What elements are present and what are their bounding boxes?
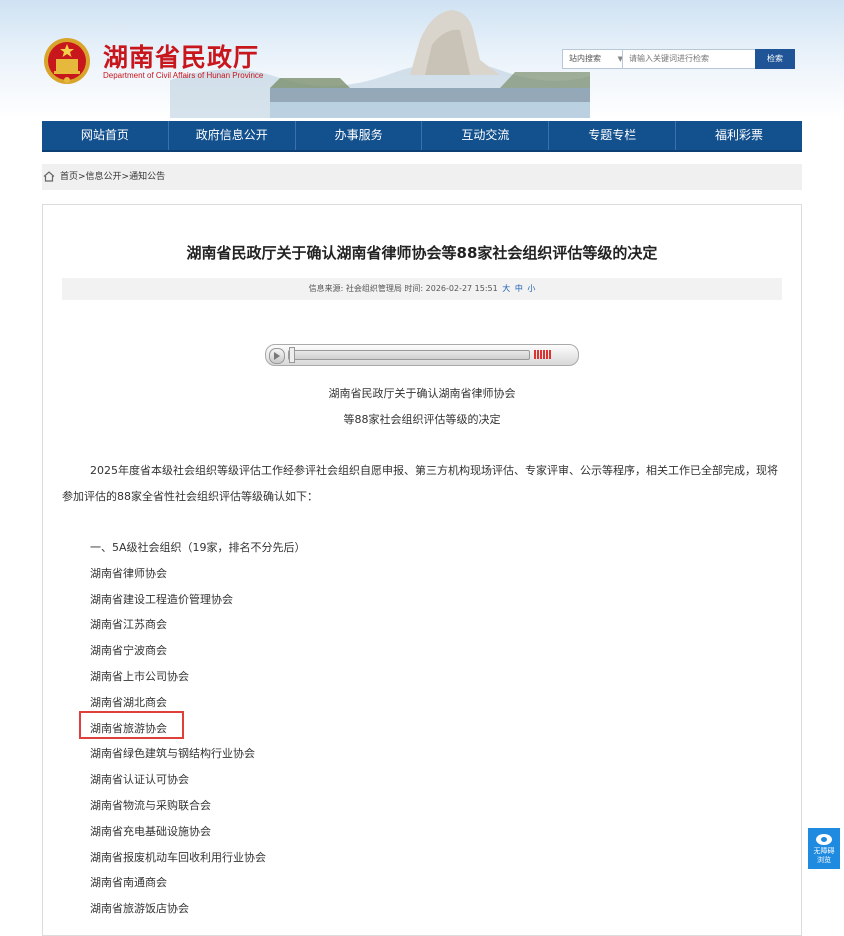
list-item: 湖南省报废机动车回收利用行业协会 [90, 850, 266, 864]
font-size-large-link[interactable]: 大 [502, 284, 510, 293]
article-panel: 湖南省民政厅关于确认湖南省律师协会等88家社会组织评估等级的决定 信息来源: 社… [42, 204, 802, 936]
audio-progress-handle[interactable] [289, 347, 295, 363]
nav-lottery[interactable]: 福利彩票 [676, 121, 802, 150]
eye-icon [816, 834, 832, 845]
search-scope-label: 站内搜索 [569, 54, 601, 63]
home-icon [43, 171, 55, 182]
volume-icon[interactable] [534, 350, 554, 359]
nav-interaction[interactable]: 互动交流 [422, 121, 550, 150]
audio-player [265, 344, 579, 366]
audio-progress-track[interactable] [288, 350, 530, 360]
accessibility-label: 无障碍 浏览 [813, 847, 835, 864]
list-item: 湖南省宁波商会 [90, 644, 167, 658]
list-item: 湖南省上市公司协会 [90, 669, 189, 683]
list-item: 湖南省绿色建筑与钢结构行业协会 [90, 747, 255, 761]
main-nav: 网站首页 政府信息公开 办事服务 互动交流 专题专栏 福利彩票 [42, 121, 802, 152]
nav-home[interactable]: 网站首页 [42, 121, 169, 150]
section-heading: 一、5A级社会组织（19家，排名不分先后） [90, 541, 306, 554]
play-icon [274, 352, 280, 360]
breadcrumb: 首页>信息公开>通知公告 [42, 164, 802, 190]
list-item: 湖南省认证认可协会 [90, 773, 189, 787]
font-size-small-link[interactable]: 小 [527, 284, 535, 293]
article-title: 湖南省民政厅关于确认湖南省律师协会等88家社会组织评估等级的决定 [186, 244, 658, 262]
play-button[interactable] [269, 348, 285, 364]
search-bar: 站内搜索 ▼ 请输入关键词进行检索 检索 [562, 49, 795, 69]
accessibility-button[interactable]: 无障碍 浏览 [808, 828, 840, 869]
list-item: 湖南省南通商会 [90, 876, 167, 890]
list-item: 湖南省物流与采购联合会 [90, 798, 211, 812]
list-item: 湖南省建设工程造价管理协会 [90, 592, 233, 606]
list-item: 湖南省充电基础设施协会 [90, 824, 211, 838]
site-header: 湖南省民政厅 Department of Civil Affairs of Hu… [0, 0, 844, 120]
search-scope-select[interactable]: 站内搜索 ▼ [562, 49, 628, 69]
article-subtitle-line2: 等88家社会组织评估等级的决定 [343, 413, 501, 426]
site-subtitle: Department of Civil Affairs of Hunan Pro… [103, 71, 264, 80]
nav-topics[interactable]: 专题专栏 [549, 121, 677, 150]
font-size-medium-link[interactable]: 中 [515, 284, 523, 293]
nav-services[interactable]: 办事服务 [296, 121, 423, 150]
search-button[interactable]: 检索 [755, 49, 795, 69]
article-meta: 信息来源: 社会组织管理局 时间: 2026-02-27 15:51 大 中 小 [62, 278, 782, 300]
article-meta-text: 信息来源: 社会组织管理局 时间: 2026-02-27 15:51 [308, 284, 498, 293]
breadcrumb-text[interactable]: 首页>信息公开>通知公告 [60, 164, 165, 190]
site-title: 湖南省民政厅 [103, 43, 260, 72]
national-emblem-icon [44, 38, 90, 84]
list-item: 湖南省江苏商会 [90, 618, 167, 632]
article-subtitle-line1: 湖南省民政厅关于确认湖南省律师协会 [328, 387, 516, 400]
search-input[interactable]: 请输入关键词进行检索 [622, 49, 760, 69]
list-item: 湖南省旅游饭店协会 [90, 902, 189, 916]
nav-gov-info[interactable]: 政府信息公开 [169, 121, 296, 150]
highlight-box [79, 711, 184, 739]
article-paragraph: 2025年度省本级社会组织等级评估工作经参评社会组织自愿申报、第三方机构现场评估… [62, 464, 778, 503]
list-item: 湖南省律师协会 [90, 566, 167, 580]
